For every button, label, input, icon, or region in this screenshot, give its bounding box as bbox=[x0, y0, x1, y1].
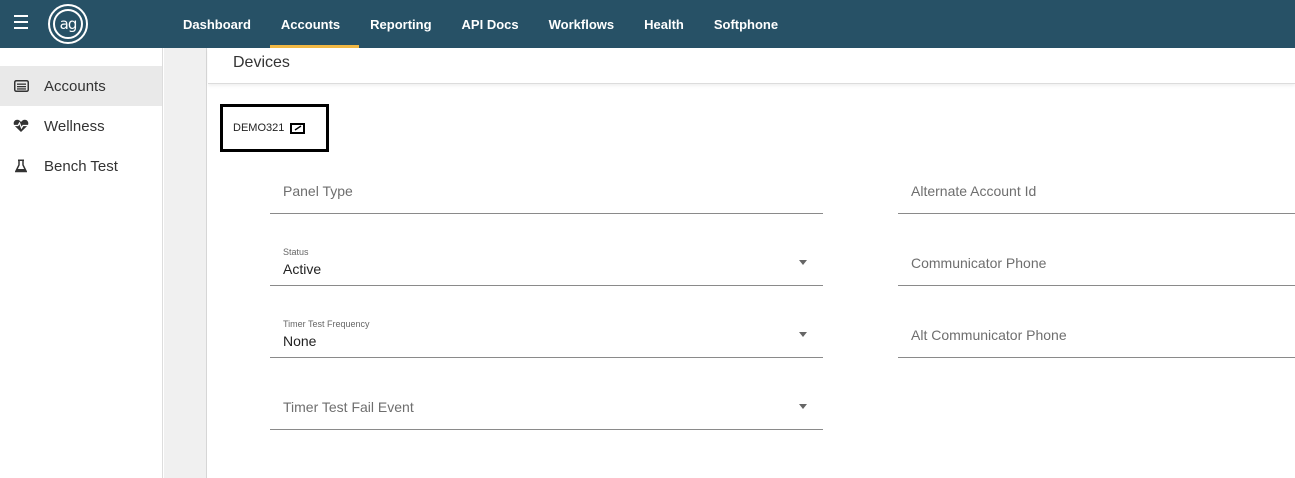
panel-type-field[interactable]: Panel Type bbox=[270, 166, 823, 214]
hamburger-menu-icon[interactable] bbox=[14, 15, 28, 29]
alt-communicator-phone-placeholder: Alt Communicator Phone bbox=[911, 327, 1067, 343]
sidebar-item-bench-test[interactable]: Bench Test bbox=[0, 146, 162, 186]
top-navigation-bar: ag Dashboard Accounts Reporting API Docs… bbox=[0, 0, 1295, 48]
nav-softphone[interactable]: Softphone bbox=[703, 0, 797, 48]
sidebar-item-label: Accounts bbox=[44, 77, 106, 95]
pencil-icon bbox=[294, 125, 302, 131]
timer-test-frequency-label: Timer Test Frequency bbox=[283, 319, 370, 329]
content-gutter bbox=[164, 48, 207, 478]
sidebar: Accounts Wellness Bench Test bbox=[0, 48, 163, 478]
status-select[interactable]: Status Active bbox=[270, 238, 823, 286]
sidebar-item-wellness[interactable]: Wellness bbox=[0, 106, 162, 146]
account-id-box: DEMO321 bbox=[220, 104, 329, 152]
app-logo[interactable]: ag bbox=[48, 4, 88, 44]
nav-workflows[interactable]: Workflows bbox=[538, 0, 634, 48]
main-content: Devices DEMO321 Panel Type Status Active… bbox=[208, 48, 1295, 478]
sidebar-item-accounts[interactable]: Accounts bbox=[0, 66, 162, 106]
flask-icon bbox=[12, 158, 30, 174]
timer-test-fail-event-placeholder: Timer Test Fail Event bbox=[283, 399, 414, 415]
dropdown-caret-icon bbox=[799, 404, 807, 409]
status-label: Status bbox=[283, 247, 309, 257]
sidebar-item-label: Wellness bbox=[44, 117, 105, 135]
heart-pulse-icon bbox=[12, 118, 30, 134]
page-title: Devices bbox=[208, 48, 1295, 84]
sidebar-item-label: Bench Test bbox=[44, 157, 118, 175]
dropdown-caret-icon bbox=[799, 260, 807, 265]
alternate-account-id-placeholder: Alternate Account Id bbox=[911, 183, 1037, 199]
logo-text: ag bbox=[53, 9, 83, 39]
nav-api-docs[interactable]: API Docs bbox=[451, 0, 538, 48]
nav-health[interactable]: Health bbox=[633, 0, 703, 48]
nav-accounts[interactable]: Accounts bbox=[269, 0, 360, 48]
main-nav: Dashboard Accounts Reporting API Docs Wo… bbox=[172, 0, 797, 48]
timer-test-frequency-value: None bbox=[283, 333, 317, 349]
list-icon bbox=[12, 78, 30, 94]
timer-test-frequency-select[interactable]: Timer Test Frequency None bbox=[270, 310, 823, 358]
dropdown-caret-icon bbox=[799, 332, 807, 337]
status-value: Active bbox=[283, 261, 322, 277]
panel-type-placeholder: Panel Type bbox=[283, 183, 353, 199]
communicator-phone-field[interactable]: Communicator Phone bbox=[898, 238, 1295, 286]
account-id: DEMO321 bbox=[233, 122, 285, 134]
alternate-account-id-field[interactable]: Alternate Account Id bbox=[898, 166, 1295, 214]
edit-button[interactable] bbox=[290, 122, 306, 134]
nav-reporting[interactable]: Reporting bbox=[359, 0, 450, 48]
communicator-phone-placeholder: Communicator Phone bbox=[911, 255, 1047, 271]
alt-communicator-phone-field[interactable]: Alt Communicator Phone bbox=[898, 310, 1295, 358]
timer-test-fail-event-select[interactable]: Timer Test Fail Event bbox=[270, 382, 823, 430]
nav-dashboard[interactable]: Dashboard bbox=[172, 0, 270, 48]
